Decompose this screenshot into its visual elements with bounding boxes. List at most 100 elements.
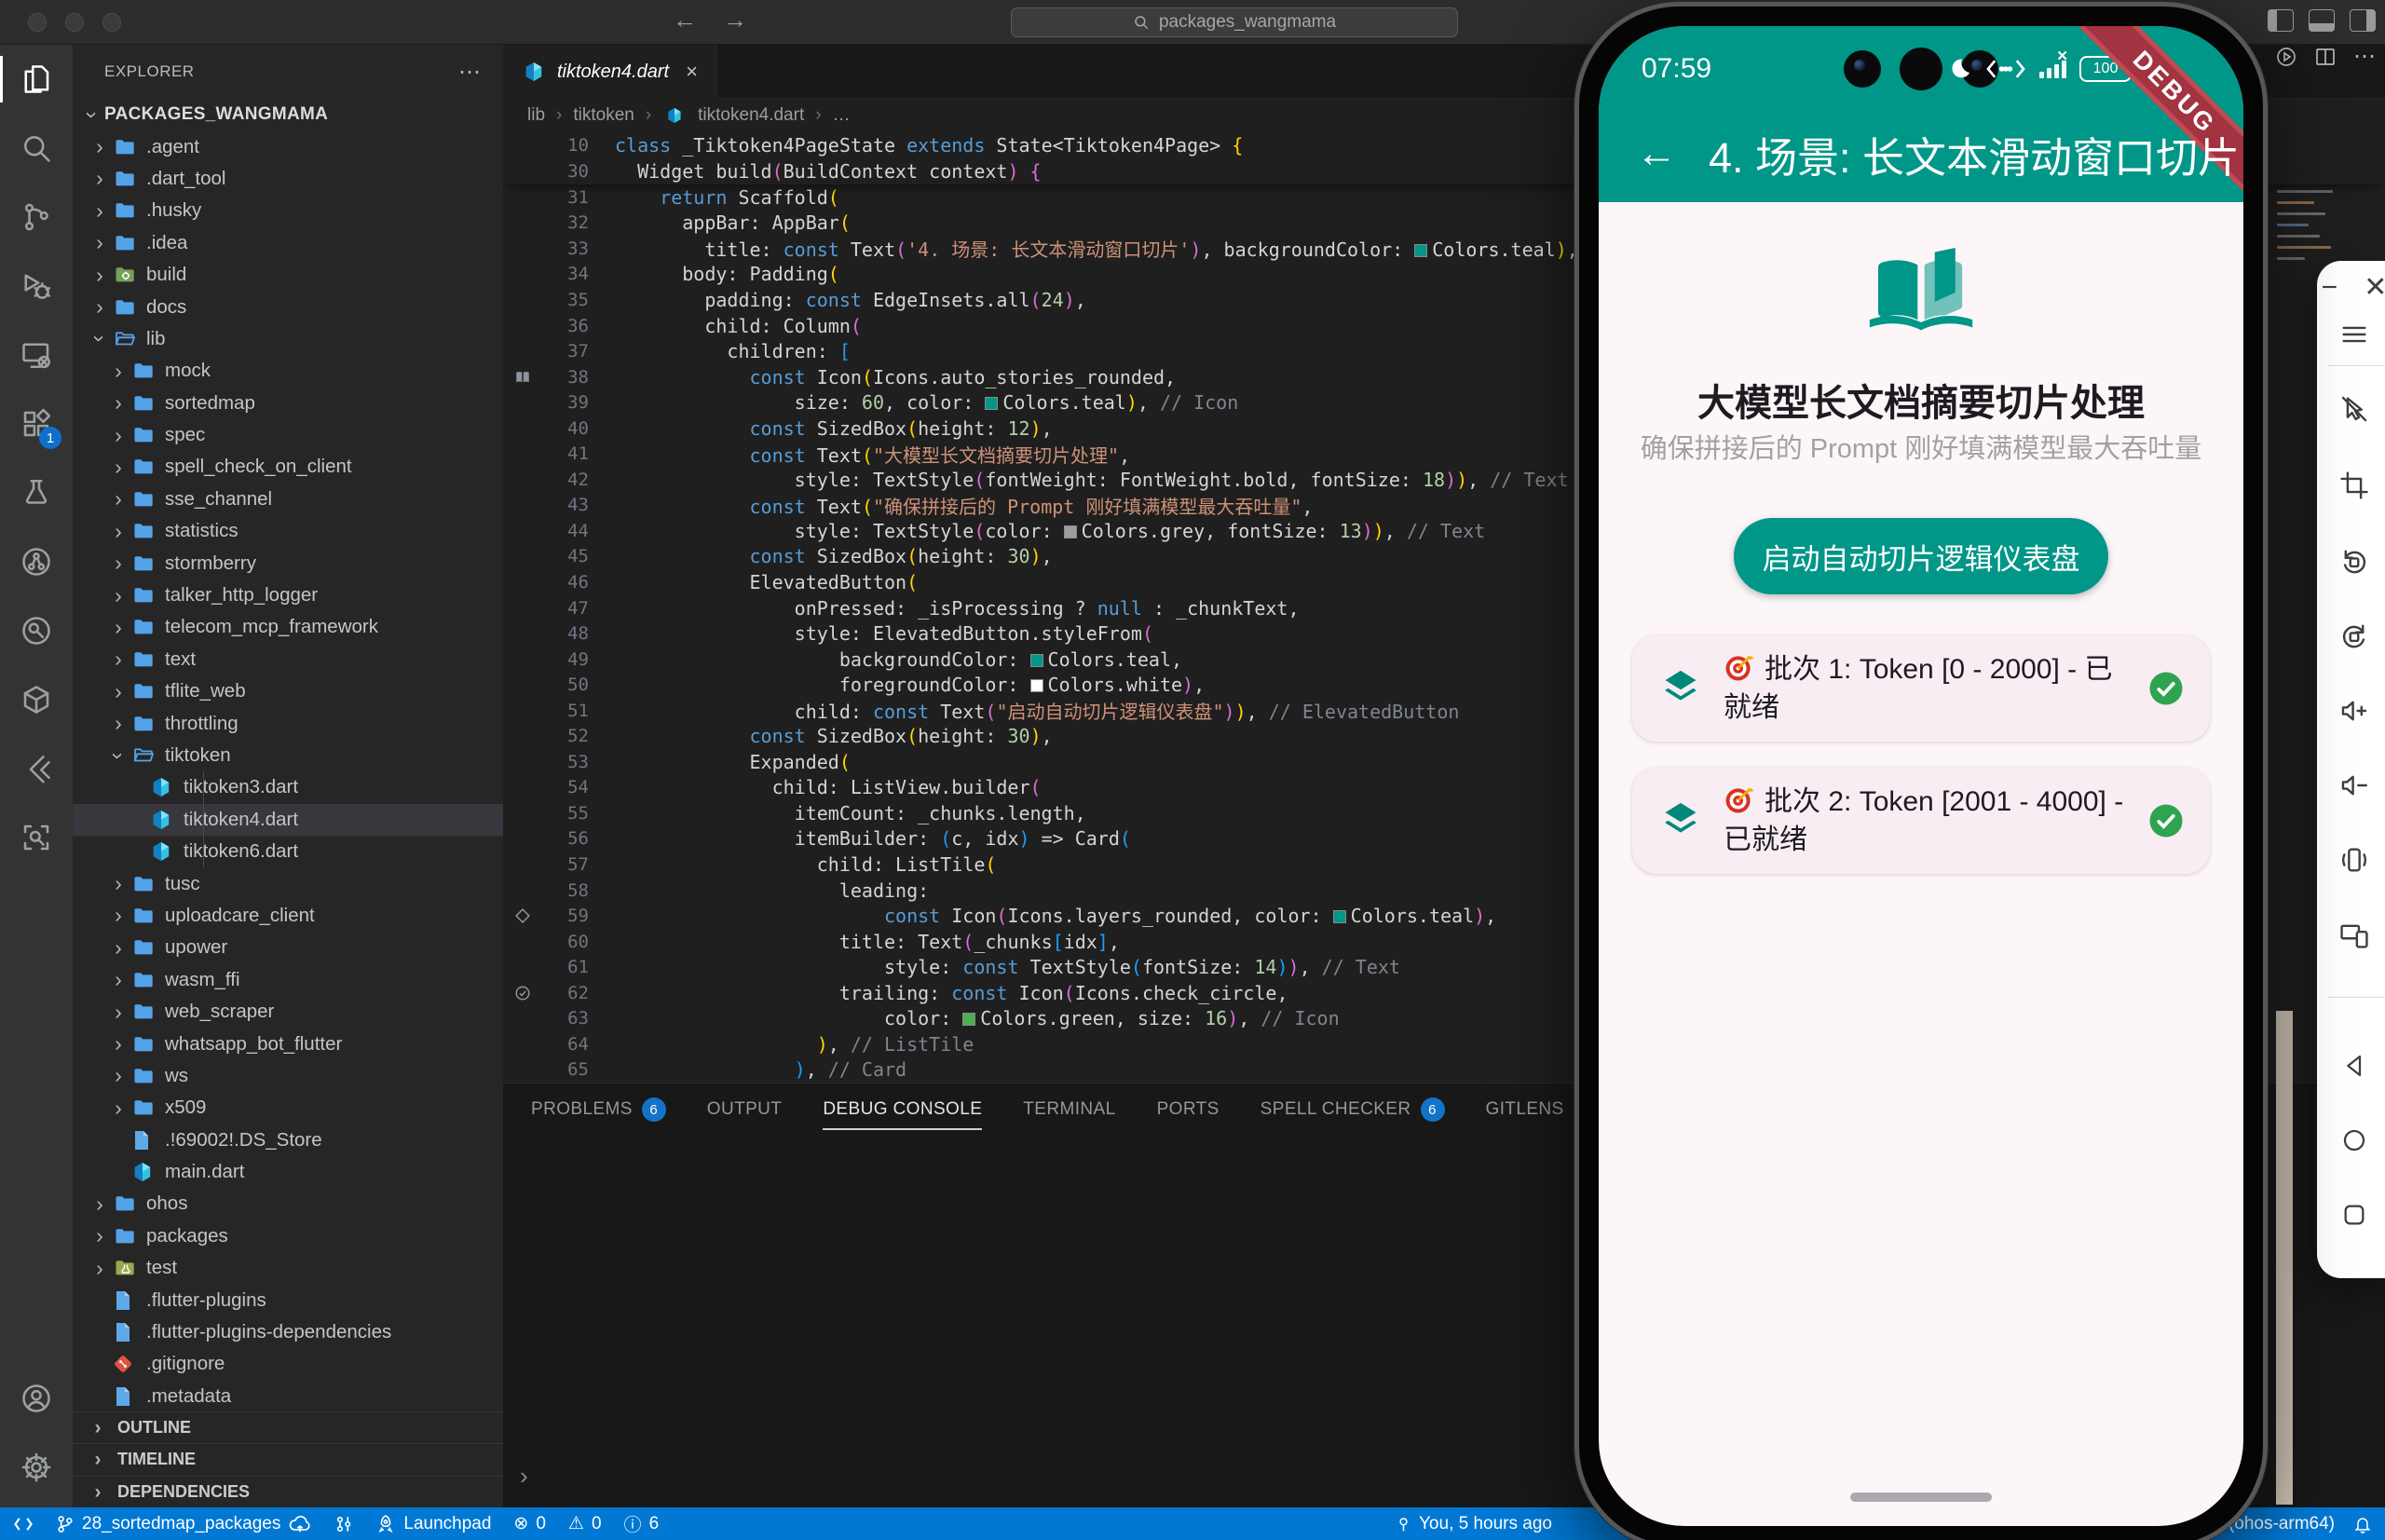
tree-item[interactable]: ›sortedmap xyxy=(73,388,503,419)
status-info[interactable]: ⓘ6 xyxy=(624,1511,660,1536)
panel-tab-debug-console[interactable]: DEBUG CONSOLE xyxy=(823,1083,982,1136)
status-compare[interactable] xyxy=(334,1514,353,1534)
layout-controls[interactable] xyxy=(2268,9,2376,32)
views-more-actions-icon[interactable]: ⋯ xyxy=(458,59,483,86)
status-remote[interactable] xyxy=(13,1515,34,1533)
activity-explorer[interactable] xyxy=(0,45,73,114)
tree-item[interactable]: ›lib xyxy=(73,323,503,355)
start-chunking-button[interactable]: 启动自动切片逻辑仪表盘 xyxy=(1734,518,2108,594)
panel-tab-terminal[interactable]: TERMINAL xyxy=(1023,1083,1115,1136)
toggle-sidebar-icon[interactable] xyxy=(2268,9,2294,32)
breadcrumb-item[interactable]: lib xyxy=(527,105,545,126)
activity-testing[interactable] xyxy=(0,458,73,527)
tree-item[interactable]: ›.idea xyxy=(73,227,503,259)
tab-close-icon[interactable]: × xyxy=(686,60,698,84)
chunk-card[interactable]: 批次 1: Token [0 - 2000] - 已就绪 xyxy=(1632,635,2210,742)
tree-item[interactable]: ›.dart_tool xyxy=(73,163,503,195)
tab-tiktoken4[interactable]: tiktoken4.dart × xyxy=(503,45,717,99)
tree-item[interactable]: ›uploadcare_client xyxy=(73,900,503,932)
tree-item[interactable]: ›test xyxy=(73,1252,503,1284)
more-actions-icon[interactable]: ⋯ xyxy=(2353,43,2376,70)
emulator-crop-button[interactable] xyxy=(2317,470,2385,501)
emulator-rotate-right-button[interactable] xyxy=(2317,620,2385,652)
tree-item[interactable]: ›ws xyxy=(73,1060,503,1092)
history-forward-icon[interactable]: → xyxy=(723,6,747,34)
device-target[interactable]: (ohos-arm64) xyxy=(2228,1514,2335,1534)
tree-item[interactable]: ›mock xyxy=(73,355,503,387)
tree-item[interactable]: main.dart xyxy=(73,1156,503,1188)
history-back-icon[interactable]: ← xyxy=(673,6,697,34)
debug-console-prompt[interactable]: › xyxy=(520,1462,528,1491)
emulator-nav-back-button[interactable] xyxy=(2317,1051,2385,1081)
tree-item[interactable]: ›whatsapp_bot_flutter xyxy=(73,1028,503,1059)
tree-item[interactable]: ›upower xyxy=(73,932,503,963)
activity-flutter[interactable] xyxy=(0,734,73,803)
breadcrumb-item[interactable]: tiktoken4.dart xyxy=(698,105,804,126)
tree-item[interactable]: ›ohos xyxy=(73,1188,503,1220)
status-branch[interactable]: 28_sortedmap_packages xyxy=(56,1514,312,1534)
tree-item[interactable]: .gitignore xyxy=(73,1348,503,1380)
tree-item[interactable]: ›.agent xyxy=(73,130,503,162)
status-warn[interactable]: ⚠0 xyxy=(568,1513,602,1534)
panel-tab-spell-checker[interactable]: SPELL CHECKER6 xyxy=(1261,1083,1445,1136)
tree-item[interactable]: ›throttling xyxy=(73,707,503,739)
breadcrumb-item[interactable]: tiktoken xyxy=(573,105,634,126)
activity-gitlens-inspect[interactable] xyxy=(0,596,73,665)
emulator-shake-button[interactable] xyxy=(2317,844,2385,876)
blame-text[interactable]: You, 5 hours ago xyxy=(1419,1514,1552,1534)
tree-item[interactable]: ›spell_check_on_client xyxy=(73,451,503,483)
panel-tab-problems[interactable]: PROBLEMS6 xyxy=(531,1083,666,1136)
activity-git-graph[interactable] xyxy=(0,527,73,596)
status-rocket[interactable]: Launchpad xyxy=(375,1514,491,1534)
tree-item[interactable]: ›stormberry xyxy=(73,547,503,579)
close-window-icon[interactable] xyxy=(28,13,47,32)
tree-item[interactable]: ›build xyxy=(73,259,503,291)
run-circle-icon[interactable] xyxy=(2275,46,2297,68)
tree-item[interactable]: ›wasm_ffi xyxy=(73,964,503,996)
emulator-rotate-left-button[interactable] xyxy=(2317,546,2385,578)
panel-tab-output[interactable]: OUTPUT xyxy=(707,1083,783,1136)
toggle-secondary-sidebar-icon[interactable] xyxy=(2350,9,2376,32)
tree-item[interactable]: tiktoken3.dart xyxy=(73,771,503,803)
emulator-menu-button[interactable] xyxy=(2317,319,2385,350)
back-arrow-icon[interactable]: ← xyxy=(1636,133,1677,174)
tree-item[interactable]: .flutter-plugins xyxy=(73,1284,503,1315)
tree-item[interactable]: ›statistics xyxy=(73,515,503,547)
emulator-screen-mirror-button[interactable] xyxy=(2317,919,2385,950)
activity-search-editor[interactable] xyxy=(0,803,73,872)
editor-actions[interactable]: ⋯ xyxy=(2275,43,2376,70)
tree-item[interactable]: ›x509 xyxy=(73,1092,503,1124)
command-center-search[interactable]: packages_wangmama xyxy=(1011,7,1458,37)
split-editor-icon[interactable] xyxy=(2314,46,2337,68)
tree-item[interactable]: ›packages xyxy=(73,1220,503,1252)
emulator-close-button[interactable]: ✕ xyxy=(2364,274,2385,302)
tree-item[interactable]: .metadata xyxy=(73,1381,503,1412)
activity-search[interactable] xyxy=(0,114,73,183)
tree-item[interactable]: .flutter-plugins-dependencies xyxy=(73,1316,503,1348)
tree-item[interactable]: ›text xyxy=(73,644,503,675)
emulator-pointer-off-button[interactable] xyxy=(2317,393,2385,425)
tree-item[interactable]: ›tusc xyxy=(73,867,503,899)
minimize-window-icon[interactable] xyxy=(65,13,84,32)
tree-item[interactable]: ›docs xyxy=(73,291,503,322)
macos-window-controls[interactable] xyxy=(28,13,121,32)
breadcrumb-item[interactable]: … xyxy=(833,105,851,126)
tree-item[interactable]: ›tiktoken xyxy=(73,740,503,771)
tree-item[interactable]: ›.husky xyxy=(73,195,503,226)
bell-icon[interactable] xyxy=(2353,1514,2372,1534)
emulator-nav-recents-button[interactable] xyxy=(2317,1200,2385,1230)
emulator-volume-up-button[interactable] xyxy=(2317,695,2385,727)
section-outline[interactable]: ›OUTLINE xyxy=(73,1411,503,1444)
activity-settings[interactable] xyxy=(0,1433,73,1502)
tree-item[interactable]: ›spec xyxy=(73,419,503,451)
toggle-panel-icon[interactable] xyxy=(2309,9,2335,32)
activity-containers[interactable] xyxy=(0,665,73,734)
chunk-card[interactable]: 批次 2: Token [2001 - 4000] - 已就绪 xyxy=(1632,768,2210,874)
activity-extensions[interactable]: 1 xyxy=(0,389,73,458)
tree-item[interactable]: ›tflite_web xyxy=(73,675,503,707)
activity-run-debug[interactable] xyxy=(0,252,73,320)
activity-accounts[interactable] xyxy=(0,1364,73,1433)
tree-item[interactable]: ›sse_channel xyxy=(73,484,503,515)
tree-item[interactable]: ›PACKAGES_WANGMAMA xyxy=(73,99,503,130)
section-timeline[interactable]: ›TIMELINE xyxy=(73,1443,503,1476)
